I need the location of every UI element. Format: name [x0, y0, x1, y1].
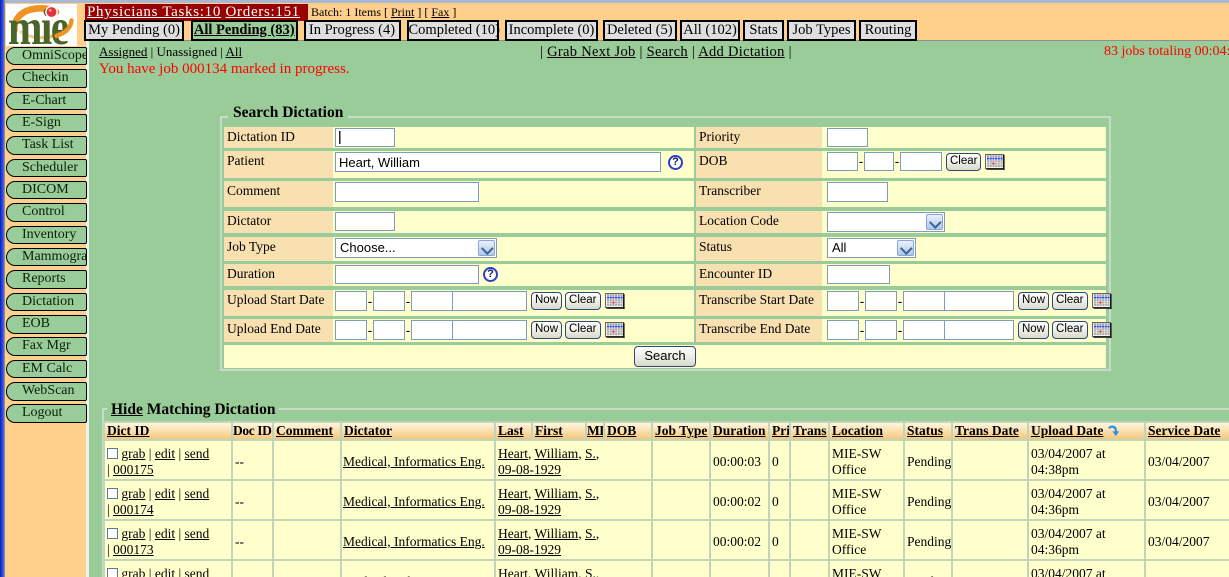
svg-text:mie: mie [8, 4, 69, 46]
